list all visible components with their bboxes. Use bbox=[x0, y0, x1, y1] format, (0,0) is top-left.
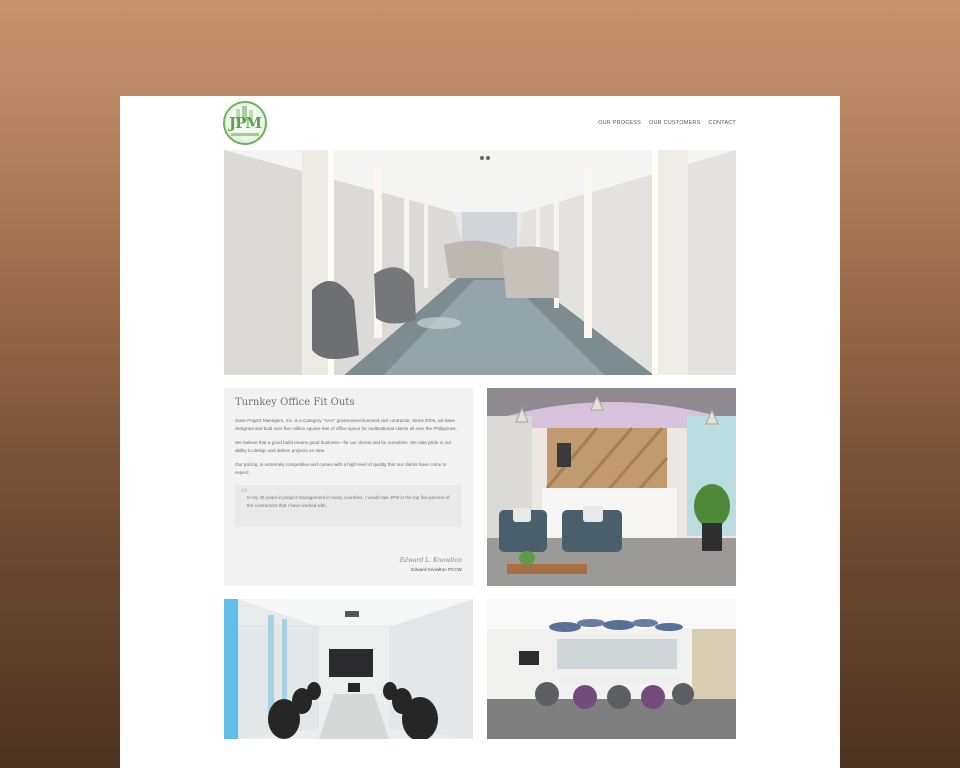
author-signature: Edward L. Knowlton bbox=[399, 557, 462, 564]
quote-text: In my 25 years in project management in … bbox=[247, 495, 450, 508]
testimonial-quote: “ In my 25 years in project management i… bbox=[235, 485, 462, 527]
jpm-logo[interactable]: JPM bbox=[223, 101, 267, 145]
intro-paragraph-1: Jonie Project Managers, Inc. is a Catego… bbox=[235, 418, 457, 431]
author-name: Edward Knowlton PCCW bbox=[410, 567, 462, 572]
logo-text: JPM bbox=[229, 114, 262, 132]
intro-panel: Turnkey Office Fit Outs Jonie Project Ma… bbox=[224, 388, 473, 586]
main-nav: OUR PROCESS OUR CUSTOMERS CONTACT bbox=[598, 120, 736, 126]
nav-our-process[interactable]: OUR PROCESS bbox=[598, 120, 641, 126]
nav-contact[interactable]: CONTACT bbox=[708, 120, 736, 126]
reception-photo bbox=[487, 388, 736, 586]
hero-corridor-photo bbox=[224, 150, 736, 375]
intro-paragraph-2: We believe that a good build means good … bbox=[235, 440, 452, 453]
boardroom-photo bbox=[224, 599, 473, 739]
meeting-area-photo bbox=[487, 599, 736, 739]
intro-paragraph-3: Our pricing, is extremely competitive an… bbox=[235, 462, 447, 475]
nav-our-customers[interactable]: OUR CUSTOMERS bbox=[649, 120, 700, 126]
website-page: JPM OUR PROCESS OUR CUSTOMERS CONTACT Tu… bbox=[120, 96, 840, 768]
intro-title: Turnkey Office Fit Outs bbox=[235, 397, 355, 408]
